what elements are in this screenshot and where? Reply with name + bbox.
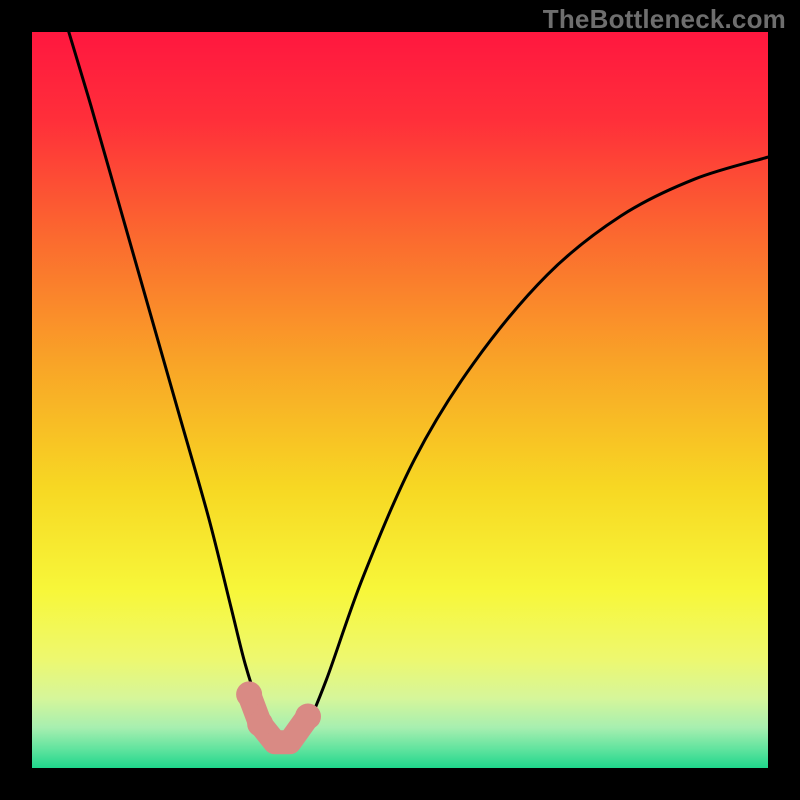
gradient-background xyxy=(32,32,768,768)
plot-area xyxy=(32,32,768,768)
highlight-dot xyxy=(247,711,273,737)
watermark-text: TheBottleneck.com xyxy=(543,4,786,35)
chart-frame: TheBottleneck.com xyxy=(0,0,800,800)
bottleneck-chart xyxy=(32,32,768,768)
highlight-dot xyxy=(236,681,262,707)
highlight-dot xyxy=(295,703,321,729)
